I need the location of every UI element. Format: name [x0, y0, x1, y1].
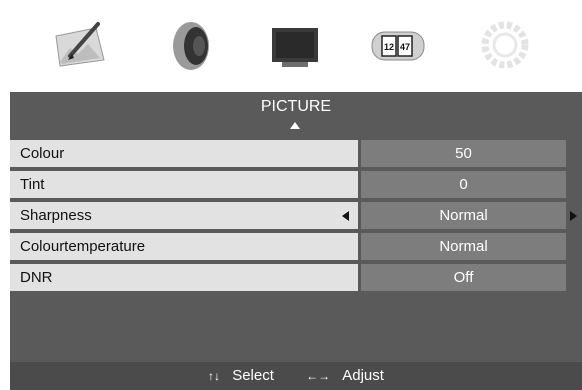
row-value[interactable]: Off: [361, 264, 566, 291]
row-value[interactable]: 50: [361, 140, 566, 167]
menu-title: PICTURE: [260, 98, 332, 115]
timer-menu-icon[interactable]: 12 47: [368, 18, 428, 72]
adjust-hint: ←→ Adjust: [306, 362, 384, 390]
row-label: Sharpness: [10, 202, 358, 229]
row-label: Colour: [10, 140, 358, 167]
adjust-hint-label: Adjust: [342, 367, 384, 385]
select-hint: ↑↓ Select: [208, 362, 274, 390]
menu-row-dnr[interactable]: DNR Off: [10, 264, 582, 291]
menu-row-colour[interactable]: Colour 50: [10, 140, 582, 167]
up-down-arrows-icon: ↑↓: [208, 369, 221, 384]
title-up-arrow-icon: [290, 122, 300, 129]
menu-row-sharpness[interactable]: Sharpness Normal: [10, 202, 582, 229]
select-hint-label: Select: [232, 367, 274, 385]
menu-row-colourtemperature[interactable]: Colourtemperature Normal: [10, 233, 582, 260]
setup-menu-icon[interactable]: [475, 18, 535, 72]
timer-minute-text: 47: [400, 42, 410, 52]
menu-icon-bar: 12 47: [0, 0, 582, 90]
left-right-arrows-icon: ←→: [306, 369, 331, 384]
row-value[interactable]: Normal: [361, 202, 566, 229]
display-menu-icon[interactable]: [266, 18, 326, 72]
row-value[interactable]: 0: [361, 171, 566, 198]
help-footer: ↑↓ Select ←→ Adjust: [10, 362, 582, 390]
increase-arrow-icon[interactable]: [570, 211, 577, 221]
picture-menu-panel: PICTURE Colour 50 Tint 0 Sharpness Norma…: [10, 92, 582, 390]
row-label: Tint: [10, 171, 358, 198]
tv-osd-menu: 12 47 PICTURE Colour 50 Tint 0 Sharpness…: [0, 0, 582, 390]
row-label: Colourtemperature: [10, 233, 358, 260]
timer-hour-text: 12: [384, 42, 394, 52]
sound-menu-icon[interactable]: [163, 18, 223, 72]
menu-row-tint[interactable]: Tint 0: [10, 171, 582, 198]
picture-menu-icon[interactable]: [50, 18, 110, 72]
row-label: DNR: [10, 264, 358, 291]
decrease-arrow-icon[interactable]: [342, 211, 349, 221]
row-value[interactable]: Normal: [361, 233, 566, 260]
